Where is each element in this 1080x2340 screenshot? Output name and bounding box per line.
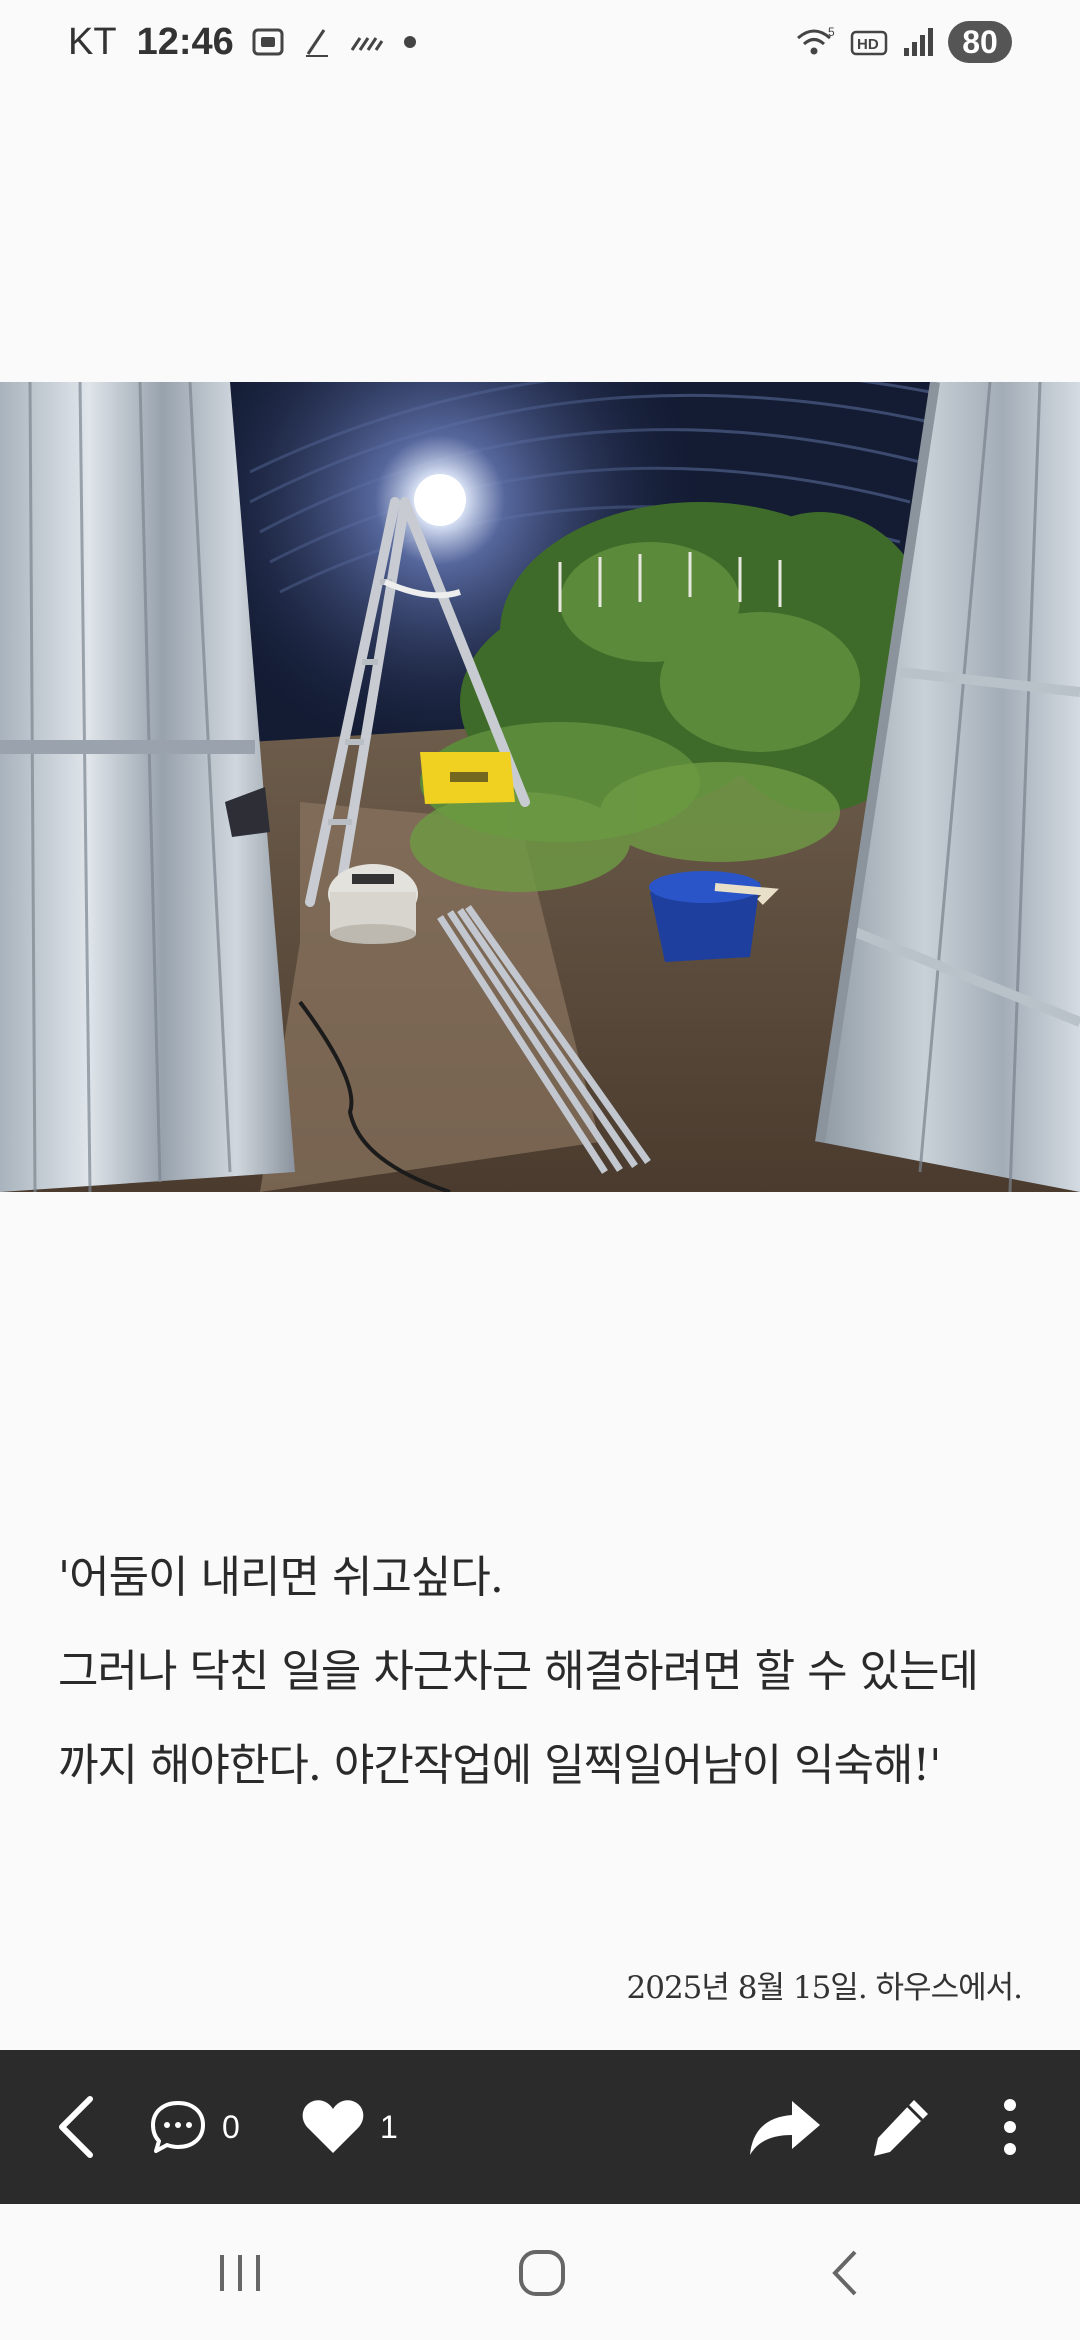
more-vertical-icon	[1004, 2099, 1016, 2155]
heart-icon	[302, 2100, 364, 2153]
status-bar: KT 12:46 5 HD 80	[0, 0, 1080, 84]
back-button[interactable]	[48, 2092, 104, 2162]
home-icon	[519, 2250, 565, 2296]
status-left: KT 12:46	[68, 21, 420, 64]
more-options-button[interactable]	[990, 2092, 1030, 2162]
edit-button[interactable]	[866, 2092, 936, 2162]
post-line-1: '어둠이 내리면 쉬고싶다.	[58, 1552, 504, 1603]
post-body: '어둠이 내리면 쉬고싶다. 그러나 닥친 일을 차근차근 해결하려면 할 수 …	[58, 1538, 1038, 1820]
action-bar: 0 1	[0, 2050, 1080, 2204]
share-button[interactable]	[745, 2092, 825, 2162]
comment-count: 0	[222, 2108, 240, 2145]
comment-button[interactable]: 0	[148, 2092, 240, 2162]
dot-icon	[400, 24, 420, 60]
share-icon	[750, 2101, 820, 2155]
like-count: 1	[380, 2108, 398, 2145]
recent-apps-button[interactable]	[200, 2238, 280, 2308]
cell-signal-icon	[902, 24, 936, 60]
recent-apps-icon	[220, 2255, 260, 2291]
carrier-label: KT	[68, 20, 117, 63]
chevron-left-icon	[59, 2096, 93, 2158]
home-button[interactable]	[502, 2238, 582, 2308]
like-button[interactable]: 1	[300, 2092, 398, 2162]
battery-indicator: 80	[948, 21, 1012, 63]
system-back-button[interactable]	[804, 2238, 884, 2308]
screen: KT 12:46 5 HD 80 '어둠이 내리면 쉬고싶다. 그러나 닥친 일…	[0, 0, 1080, 2340]
signal-slash-icon	[348, 24, 384, 60]
svg-text:HD: HD	[857, 36, 879, 53]
pencil-icon	[874, 2100, 928, 2156]
screenshot-icon	[250, 24, 286, 60]
post-photo[interactable]	[0, 382, 1080, 1192]
wifi-icon: 5	[794, 24, 838, 60]
hd-icon: HD	[850, 24, 890, 60]
system-nav-bar	[0, 2204, 1080, 2340]
back-arrow-icon	[832, 2250, 857, 2296]
post-line-3: 까지 해야한다. 야간작업에 일찍일어남이 익숙해!'	[58, 1740, 941, 1791]
pen-icon	[302, 24, 332, 60]
comment-icon	[151, 2101, 205, 2153]
post-line-2: 그러나 닥친 일을 차근차근 해결하려면 할 수 있는데	[58, 1646, 979, 1697]
post-date-caption: 2025년 8월 15일. 하우스에서.	[626, 1970, 1023, 2006]
svg-text:5: 5	[828, 25, 835, 39]
status-right: 5 HD 80	[794, 21, 1012, 63]
clock: 12:46	[136, 20, 234, 63]
